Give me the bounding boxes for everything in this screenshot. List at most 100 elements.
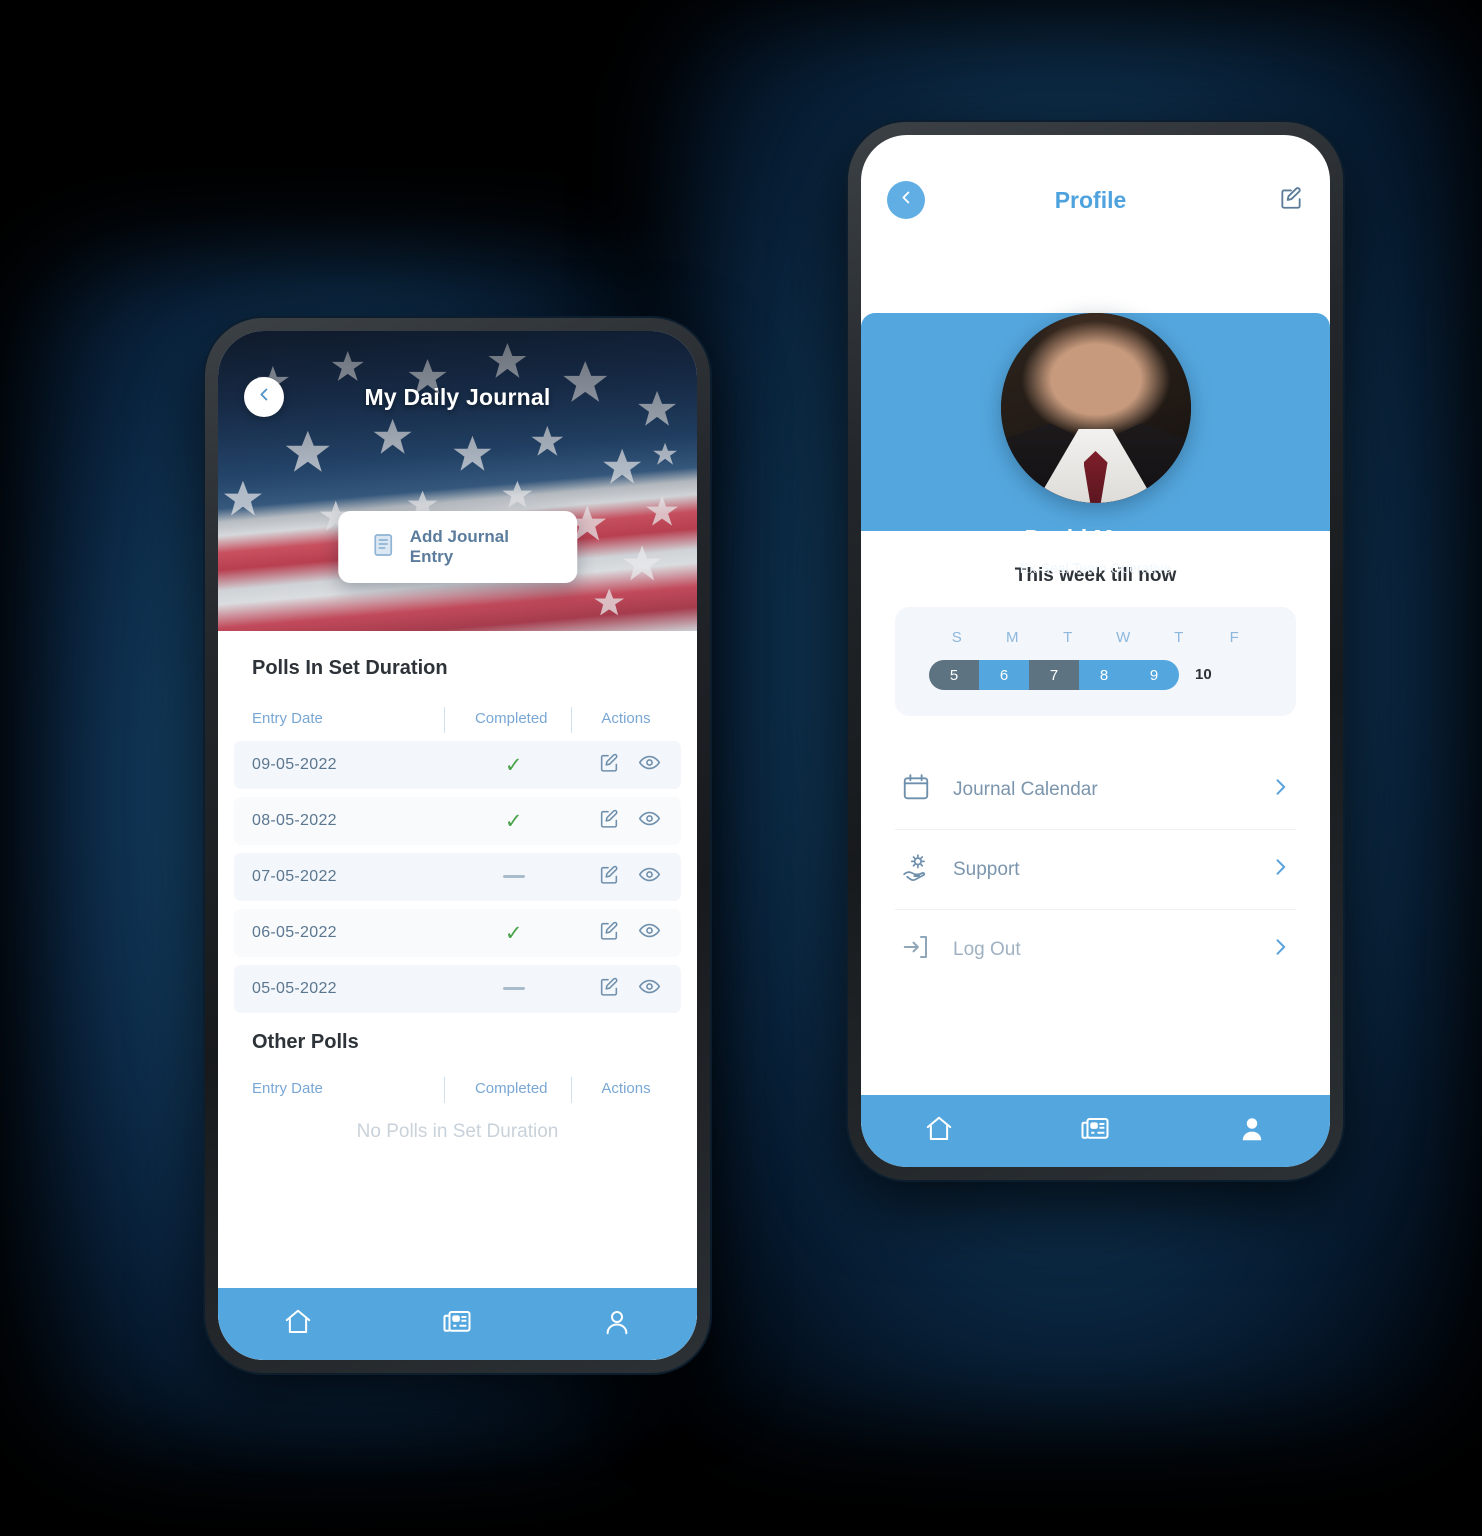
chevron-right-icon <box>1270 777 1290 802</box>
tab-profile[interactable] <box>1174 1114 1329 1149</box>
edit-icon[interactable] <box>598 976 620 1003</box>
eye-icon[interactable] <box>638 975 661 1003</box>
check-icon: ✓ <box>504 921 523 945</box>
week-day-numbers: 5 6 7 8 9 10 <box>895 660 1296 690</box>
phone-journal: My Daily Journal Add Journal Entry Polls… <box>203 316 712 1375</box>
menu-item-label: Journal Calendar <box>953 778 1098 800</box>
cell-completed: ✓ <box>449 753 578 778</box>
dash-icon <box>502 987 525 991</box>
cell-entry-date: 05-05-2022 <box>252 980 337 997</box>
cell-actions <box>578 975 681 1003</box>
eye-icon[interactable] <box>638 751 661 779</box>
edit-icon[interactable] <box>598 864 620 891</box>
chevron-right-icon <box>1270 937 1290 962</box>
menu-item-label: Support <box>953 858 1020 880</box>
avatar <box>1000 313 1191 503</box>
check-icon: ✓ <box>504 753 523 777</box>
cell-actions <box>578 751 681 779</box>
cell-completed: ✓ <box>449 921 578 946</box>
cell-entry-date: 08-05-2022 <box>252 812 337 829</box>
home-icon <box>924 1114 954 1149</box>
cell-entry-date: 07-05-2022 <box>252 868 337 885</box>
menu-item-support[interactable]: Support <box>895 829 1296 909</box>
eye-icon[interactable] <box>638 807 661 835</box>
logout-icon <box>901 932 931 967</box>
tab-home[interactable] <box>219 1307 377 1342</box>
journal-screen: My Daily Journal Add Journal Entry Polls… <box>218 331 697 1360</box>
week-day-6[interactable]: 6 <box>979 660 1029 690</box>
column-header-entry-date-other: Entry Date <box>252 1080 323 1097</box>
home-icon <box>283 1307 313 1342</box>
week-day-label-2: T <box>1063 629 1073 646</box>
person-icon <box>602 1307 632 1342</box>
edit-square-icon <box>1278 185 1304 216</box>
column-header-entry-date: Entry Date <box>252 710 323 727</box>
column-header-actions-other: Actions <box>571 1077 677 1103</box>
cell-completed <box>449 868 578 886</box>
week-calendar: S M T W T F 5 6 7 8 9 10 <box>895 607 1296 716</box>
column-header-completed-other: Completed <box>443 1077 576 1103</box>
page-title: My Daily Journal <box>364 383 551 410</box>
page-title: Profile <box>1054 186 1127 213</box>
add-journal-entry-label: Add Journal Entry <box>409 527 509 566</box>
add-journal-entry-button[interactable]: Add Journal Entry <box>337 511 578 583</box>
profile-header: Profile <box>861 135 1330 219</box>
edit-icon[interactable] <box>598 808 620 835</box>
tab-polls[interactable] <box>1018 1114 1173 1149</box>
cell-completed <box>449 980 578 998</box>
section-title-other-polls: Other Polls <box>252 1031 359 1053</box>
calendar-icon <box>901 772 931 807</box>
journal-header: My Daily Journal <box>218 377 697 417</box>
menu-item-journal-calendar[interactable]: Journal Calendar <box>895 750 1296 829</box>
cell-actions <box>578 919 681 947</box>
edit-profile-button[interactable] <box>1270 185 1304 216</box>
newspaper-icon <box>1080 1114 1110 1149</box>
week-day-labels: SMTWTF <box>895 629 1296 646</box>
menu-item-log-out[interactable]: Log Out <box>895 909 1296 989</box>
user-name: David Mason <box>1024 525 1167 551</box>
week-day-5[interactable]: 5 <box>929 660 979 690</box>
eye-icon[interactable] <box>638 863 661 891</box>
week-day-label-0: S <box>951 629 962 646</box>
week-day-7[interactable]: 7 <box>1029 660 1079 690</box>
tab-profile[interactable] <box>538 1307 696 1342</box>
section-title-polls-in-set-duration: Polls In Set Duration <box>252 657 448 679</box>
profile-screen: Profile David Mason Ex-Seal Team Operati <box>861 135 1330 1167</box>
week-day-8[interactable]: 8 <box>1079 660 1129 690</box>
table-row[interactable]: 06-05-2022 ✓ <box>234 909 681 957</box>
document-lines-icon <box>372 533 394 562</box>
person-icon <box>1237 1114 1267 1149</box>
week-day-10[interactable]: 10 <box>1195 666 1212 683</box>
profile-menu: Journal Calendar Support Log Out <box>895 750 1296 989</box>
cell-entry-date: 09-05-2022 <box>252 756 337 773</box>
cell-actions <box>578 863 681 891</box>
week-day-9[interactable]: 9 <box>1129 660 1179 690</box>
tab-polls[interactable] <box>378 1307 536 1342</box>
week-day-label-3: W <box>1116 629 1131 646</box>
week-day-label-4: T <box>1174 629 1184 646</box>
eye-icon[interactable] <box>638 919 661 947</box>
journal-hero: My Daily Journal Add Journal Entry <box>218 331 697 631</box>
week-day-label-1: M <box>1006 629 1019 646</box>
column-header-completed: Completed <box>443 707 576 733</box>
table-row[interactable]: 07-05-2022 <box>234 853 681 901</box>
edit-icon[interactable] <box>598 920 620 947</box>
cell-actions <box>578 807 681 835</box>
table-row[interactable]: 08-05-2022 ✓ <box>234 797 681 845</box>
table-row[interactable]: 05-05-2022 <box>234 965 681 1013</box>
check-icon: ✓ <box>504 809 523 833</box>
hand-gear-icon <box>901 852 931 887</box>
user-role: Ex-Seal Team Operative <box>1019 560 1172 576</box>
table-header-primary: Entry Date Completed Actions <box>218 707 697 733</box>
table-row[interactable]: 09-05-2022 ✓ <box>234 741 681 789</box>
cell-completed: ✓ <box>449 809 578 834</box>
dash-icon <box>502 875 525 879</box>
profile-card: David Mason Ex-Seal Team Operative <box>861 313 1330 576</box>
edit-icon[interactable] <box>598 752 620 779</box>
table-body-primary: 09-05-2022 ✓ 08-05-2022 ✓ 07-05-2022 06-05-20… <box>218 741 697 1013</box>
tab-home[interactable] <box>862 1114 1017 1149</box>
profile-tabbar <box>861 1095 1330 1167</box>
journal-tabbar <box>218 1288 697 1360</box>
table-header-other: Entry Date Completed Actions <box>218 1077 697 1103</box>
cell-entry-date: 06-05-2022 <box>252 924 337 941</box>
